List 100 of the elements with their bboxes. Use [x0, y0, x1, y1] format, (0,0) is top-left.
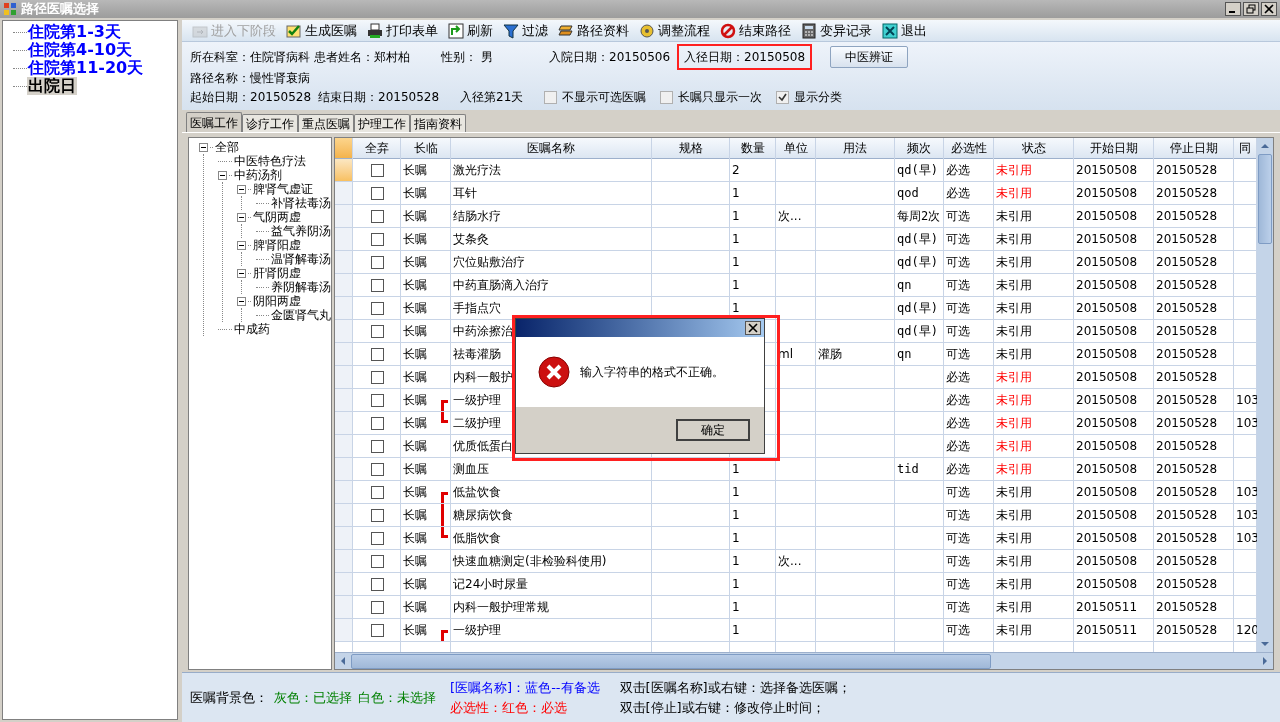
tree-item[interactable]: 脾肾阳虚: [253, 238, 301, 252]
table-cell-text: 长嘱: [403, 208, 427, 225]
column-header[interactable]: 长临: [401, 138, 451, 158]
table-cell-text: 长嘱: [403, 162, 427, 179]
column-header[interactable]: 用法: [816, 138, 895, 158]
table-cell-text: 20150508: [1076, 392, 1138, 409]
toolbar-button[interactable]: 过滤: [503, 20, 548, 41]
table-cell-text: 20150508: [1076, 484, 1138, 501]
tree-item[interactable]: 中成药: [234, 322, 270, 336]
table-cell-text: 1: [732, 507, 740, 524]
tree-item[interactable]: 气阴两虚: [253, 210, 301, 224]
column-header[interactable]: 全弃: [353, 138, 401, 158]
column-header[interactable]: 数量: [730, 138, 776, 158]
column-header[interactable]: 医嘱名称: [451, 138, 652, 158]
stage-item[interactable]: 出院日: [27, 77, 77, 95]
tree-item[interactable]: 养阴解毒汤: [271, 280, 331, 294]
option-label: 不显示可选医嘱: [562, 89, 646, 106]
toolbar-button[interactable]: 变异记录: [801, 20, 872, 41]
table-cell-text: 未引用: [996, 323, 1032, 340]
tree-item[interactable]: 全部: [215, 140, 239, 154]
tree-item[interactable]: 温肾解毒汤: [271, 252, 331, 266]
table-cell-text: 低脂饮食: [453, 530, 501, 547]
table-cell-text: qd(早): [897, 300, 938, 317]
table-cell-text: 未引用: [996, 254, 1032, 271]
table-cell-text: 1: [732, 461, 740, 478]
table-cell-text: 结肠水疗: [453, 208, 501, 225]
table-cell-text: 必选: [946, 415, 970, 432]
toolbar-button[interactable]: 结束路径: [720, 20, 791, 41]
table-cell-text: 未引用: [996, 507, 1032, 524]
table-cell-text: 可选: [946, 622, 970, 639]
toolbar-button[interactable]: 生成医嘱: [286, 20, 357, 41]
table-cell-text: 20150508: [1076, 438, 1138, 455]
tree-item[interactable]: 益气养阴汤: [271, 224, 331, 238]
column-header[interactable]: 单位: [776, 138, 816, 158]
table-cell-text: 内科一般护理常规: [453, 599, 549, 616]
table-cell-text: 长嘱: [403, 576, 427, 593]
toolbar-button[interactable]: 退出: [882, 20, 927, 41]
legend-text: 灰色：已选择: [274, 688, 352, 707]
table-cell-text: 长嘱: [403, 231, 427, 248]
tree-item[interactable]: 补肾祛毒汤: [271, 196, 331, 210]
toolbar-button[interactable]: 打印表单: [367, 20, 438, 41]
option-label: 长嘱只显示一次: [678, 89, 762, 106]
stage-item[interactable]: 住院第1-3天: [27, 23, 122, 41]
table-cell-text: 记24小时尿量: [453, 576, 529, 593]
tree-item[interactable]: 阴阳两虚: [253, 294, 301, 308]
column-header[interactable]: 状态: [994, 138, 1074, 158]
tcm-diagnosis-button[interactable]: 中医辨证: [830, 46, 909, 68]
table-cell-text: 可选: [946, 599, 970, 616]
tree-item[interactable]: 金匮肾气丸: [271, 308, 331, 322]
tab[interactable]: 诊疗工作: [242, 114, 298, 132]
table-cell-text: 1: [732, 530, 740, 547]
table-cell-text: 20150528: [1156, 369, 1218, 386]
table-cell-text: 未引用: [996, 599, 1032, 616]
table-cell-text: 1: [732, 277, 740, 294]
stage-item[interactable]: 住院第11-20天: [27, 59, 145, 77]
table-cell-text: 必选: [946, 369, 970, 386]
table-cell-text: 20150528: [1156, 346, 1218, 363]
hint-text: 双击[医嘱名称]或右键：选择备选医嘱；: [619, 679, 851, 697]
tab[interactable]: 护理工作: [354, 114, 410, 132]
table-cell-text: 低盐饮食: [453, 484, 501, 501]
tree-item[interactable]: 中药汤剂: [234, 168, 282, 182]
tab[interactable]: 指南资料: [410, 114, 466, 132]
toolbar-button[interactable]: 路径资料: [558, 20, 629, 41]
table-cell-text: 20150508: [1076, 300, 1138, 317]
table-cell-text: 20150508: [1076, 507, 1138, 524]
table-cell-text: 一级护理: [453, 622, 501, 639]
table-cell-text: 未引用: [996, 484, 1032, 501]
table-cell-text: 20150528: [1156, 599, 1218, 616]
table-cell-text: qod: [897, 185, 919, 202]
column-header[interactable]: 规格: [652, 138, 730, 158]
table-cell-text: 20150528: [1156, 576, 1218, 593]
table-cell-text: 20150511: [1076, 599, 1138, 616]
dialog-message: 输入字符串的格式不正确。: [580, 364, 724, 381]
column-header[interactable]: 停止日期: [1154, 138, 1234, 158]
table-cell-text: 每周2次: [897, 208, 941, 225]
toolbar-button[interactable]: 刷新: [448, 20, 493, 41]
column-header[interactable]: 开始日期: [1074, 138, 1154, 158]
stage-item[interactable]: 住院第4-10天: [27, 41, 134, 59]
table-cell-text: 可选: [946, 254, 970, 271]
table-cell-text: qd(早): [897, 254, 938, 271]
column-header[interactable]: 频次: [895, 138, 944, 158]
column-header[interactable]: 必选性: [944, 138, 994, 158]
tree-item[interactable]: 肝肾阴虚: [253, 266, 301, 280]
table-cell-text: 20150528: [1156, 507, 1218, 524]
tab[interactable]: 医嘱工作: [186, 112, 242, 132]
table-cell-text: 未引用: [996, 231, 1032, 248]
table-cell-text: 可选: [946, 208, 970, 225]
hint-text: 双击[停止]或右键：修改停止时间；: [619, 698, 826, 717]
table-cell-text: 1: [732, 484, 740, 501]
tree-item[interactable]: 脾肾气虚证: [253, 182, 313, 196]
table-cell-text: 20150528: [1156, 162, 1218, 179]
ok-button[interactable]: 确定: [676, 419, 750, 441]
table-cell-text: 可选: [946, 576, 970, 593]
table-cell-text: 必选: [946, 162, 970, 179]
toolbar-button[interactable]: 调整流程: [639, 20, 710, 41]
table-cell-text: 穴位贴敷治疗: [453, 254, 525, 271]
tree-item[interactable]: 中医特色疗法: [234, 154, 306, 168]
table-cell-text: 20150528: [1156, 300, 1218, 317]
info-field: 结束日期：20150528: [318, 88, 460, 106]
tab[interactable]: 重点医嘱: [298, 114, 354, 132]
